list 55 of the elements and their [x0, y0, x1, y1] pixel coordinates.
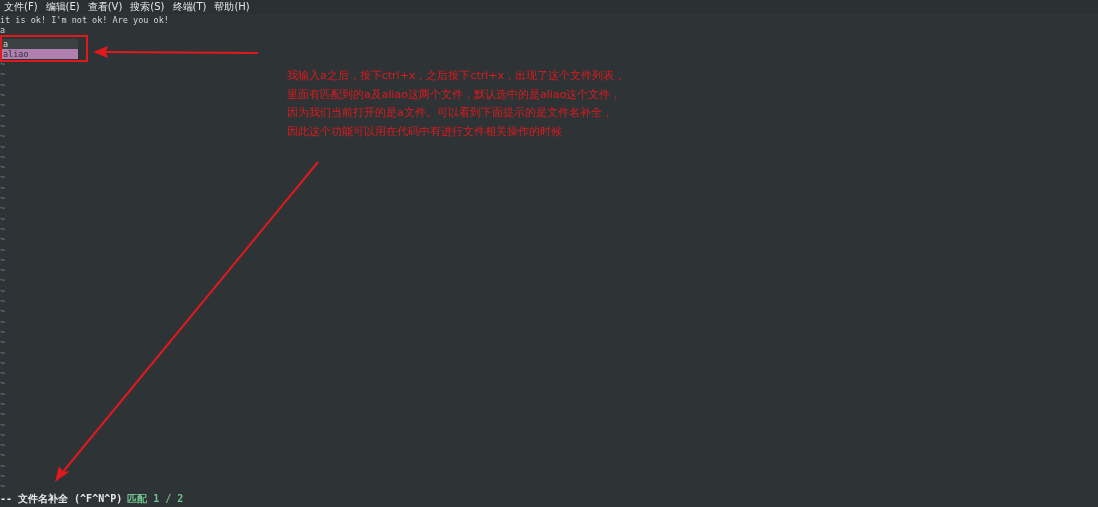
- menu-item[interactable]: 搜索(S): [126, 0, 169, 14]
- text-line: it is ok! I'm not ok! Are you ok!: [0, 15, 169, 25]
- tilde-marker: ~: [0, 131, 6, 142]
- tilde-marker: ~: [0, 450, 6, 461]
- completion-item[interactable]: aliao: [0, 48, 78, 60]
- tilde-marker: ~: [0, 399, 6, 409]
- tilde-marker: ~: [0, 100, 6, 111]
- match-counter: 匹配 1 / 2: [127, 492, 184, 505]
- tilde-marker: ~: [0, 471, 6, 482]
- tilde-marker: ~: [0, 306, 6, 317]
- tilde-marker: ~: [0, 440, 6, 451]
- tilde-marker: ~: [0, 110, 6, 121]
- tilde-marker: ~: [0, 347, 6, 358]
- tilde-marker: ~: [0, 429, 6, 440]
- text-line: a: [0, 25, 6, 36]
- tilde-marker: ~: [0, 223, 6, 234]
- tilde-marker: ~: [0, 296, 6, 306]
- tilde-marker: ~: [0, 244, 6, 255]
- tilde-marker: ~: [0, 203, 6, 214]
- tilde-marker: ~: [0, 337, 6, 348]
- tilde-marker: ~: [0, 182, 6, 193]
- tilde-marker: ~: [0, 378, 6, 389]
- tilde-marker: ~: [0, 79, 6, 90]
- tilde-marker: ~: [0, 141, 6, 152]
- tilde-marker: ~: [0, 69, 6, 80]
- tilde-marker: ~: [0, 409, 6, 420]
- menu-item[interactable]: 终端(T): [168, 0, 211, 14]
- tilde-marker: ~: [0, 326, 6, 337]
- tilde-marker: ~: [0, 213, 6, 224]
- tilde-marker: ~: [0, 275, 6, 286]
- tilde-marker: ~: [0, 460, 6, 471]
- tilde-marker: ~: [0, 265, 6, 276]
- annotation-note: 我输入a之后，按下ctrl+x，之后按下ctrl+x，出现了这个文件列表， 里面有匹配到的a及aliao这两个文件，默认选中的是aliao这个文件， 因为我们当前打开的是a文件。可以看到下面提示的是文件名补全， 因此这个功能可以用在代码中有进行文件相关操作的时候: [287, 68, 626, 140]
- tilde-marker: ~: [0, 254, 6, 265]
- tilde-marker: ~: [0, 388, 6, 399]
- tilde-marker: ~: [0, 234, 6, 245]
- menu-item[interactable]: 查看(V): [83, 0, 127, 14]
- tilde-marker: ~: [0, 172, 6, 183]
- mode-indicator: -- 文件名补全 (^F^N^P): [0, 492, 123, 505]
- tilde-marker: ~: [0, 285, 6, 296]
- menu-item[interactable]: 帮助(H): [210, 0, 254, 14]
- tilde-marker: ~: [0, 193, 6, 204]
- tilde-marker: ~: [0, 120, 6, 131]
- tilde-marker: ~: [0, 59, 6, 70]
- completion-item[interactable]: a: [0, 38, 78, 49]
- tilde-marker: ~: [0, 481, 6, 492]
- tilde-marker: ~: [0, 357, 6, 368]
- tilde-marker: ~: [0, 316, 6, 327]
- menu-item[interactable]: 文件(F): [0, 0, 42, 14]
- tilde-marker: ~: [0, 90, 6, 101]
- tilde-marker: ~: [0, 162, 6, 173]
- tilde-marker: ~: [0, 151, 6, 162]
- tilde-marker: ~: [0, 419, 6, 430]
- menu-item[interactable]: 编辑(E): [41, 0, 84, 14]
- tilde-marker: ~: [0, 368, 6, 379]
